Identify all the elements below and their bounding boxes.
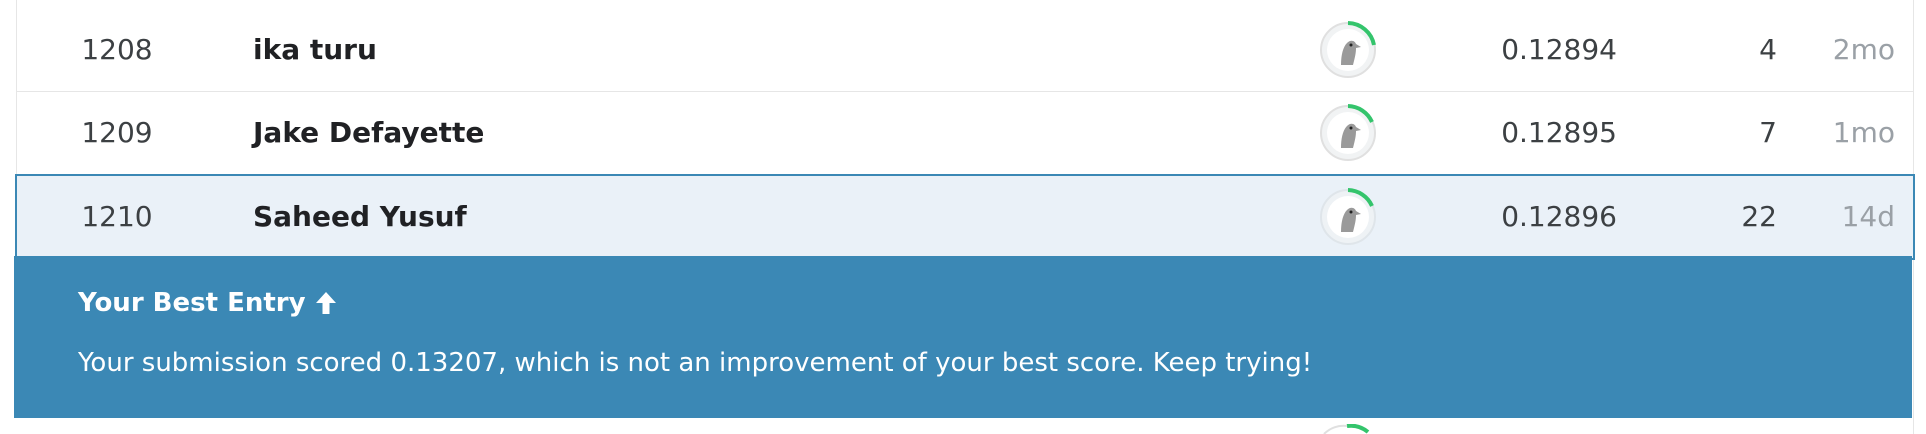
team-name[interactable]: ika turu [253, 9, 377, 91]
table-row[interactable]: 1209 Jake Defayette 0.12895 7 1mo [17, 92, 1913, 175]
team-name[interactable]: Jake Defayette [253, 92, 484, 174]
best-entry-banner: Your Best Entry Your submission scored 0… [14, 256, 1912, 418]
team-name[interactable]: Saheed Yusuf [253, 176, 467, 258]
last-submission-cell: 14d [1841, 200, 1895, 233]
rank-cell: 1209 [81, 116, 153, 149]
bird-avatar-icon[interactable] [1319, 104, 1377, 162]
score-cell: 0.12895 [1501, 116, 1617, 149]
entries-cell: 4 [1759, 33, 1777, 66]
score-cell: 0.12894 [1501, 33, 1617, 66]
entries-cell: 7 [1759, 116, 1777, 149]
last-submission-cell: 1mo [1832, 116, 1895, 149]
score-cell: 0.12896 [1501, 200, 1617, 233]
bird-avatar-icon [1323, 424, 1370, 434]
arrow-up-icon [315, 292, 336, 314]
table-row-own-entry[interactable]: 1210 Saheed Yusuf 0.12896 22 14d [15, 174, 1915, 260]
table-row[interactable]: 1208 ika turu 0.12894 4 2mo [17, 9, 1913, 92]
table-row-partial[interactable] [16, 418, 1912, 434]
last-submission-cell: 2mo [1832, 33, 1895, 66]
banner-title: Your Best Entry [78, 288, 338, 318]
bird-avatar-icon[interactable] [1319, 188, 1377, 246]
rank-cell: 1210 [81, 200, 153, 233]
bird-avatar-icon[interactable] [1319, 21, 1377, 79]
banner-title-text: Your Best Entry [78, 288, 306, 318]
entries-cell: 22 [1741, 200, 1777, 233]
banner-message: Your submission scored 0.13207, which is… [78, 348, 1313, 378]
rank-cell: 1208 [81, 33, 153, 66]
